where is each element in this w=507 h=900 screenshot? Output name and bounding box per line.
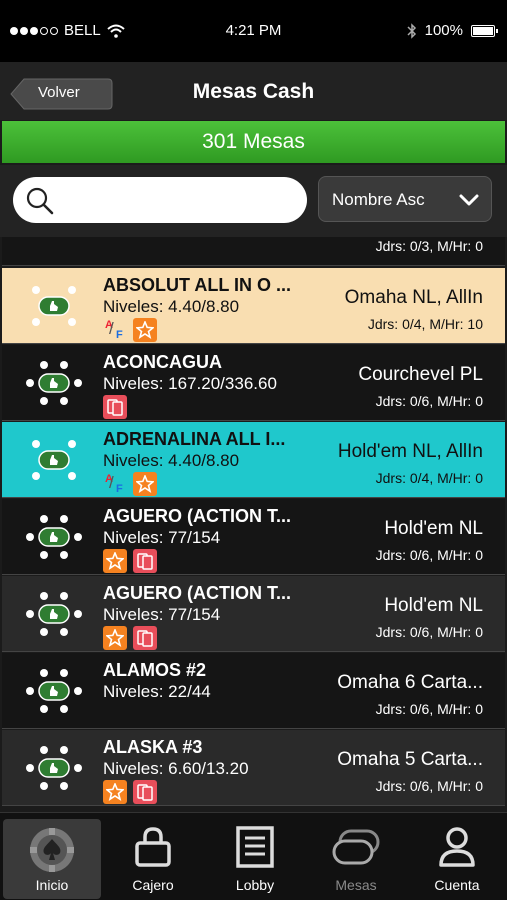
tab-cajero[interactable]: Cajero	[104, 819, 202, 899]
table-levels: Niveles: 22/44	[103, 682, 211, 701]
table-players: Jdrs: 0/6, M/Hr: 0	[375, 547, 483, 563]
cards-badge-icon	[133, 780, 157, 804]
table-badges	[103, 395, 127, 419]
table-levels: Niveles: 167.20/336.60	[103, 374, 277, 393]
table-name: AGUERO (ACTION T...	[103, 506, 291, 526]
table-players: Jdrs: 0/6, M/Hr: 0	[375, 701, 483, 717]
tab-label: Mesas	[335, 877, 377, 893]
table-badges: A / F	[103, 472, 157, 496]
table-levels: Niveles: 4.40/8.80	[103, 297, 240, 316]
tab-mesas[interactable]: Mesas	[307, 819, 405, 899]
table-levels: Niveles: 6.60/13.20	[103, 759, 249, 778]
table-row[interactable]: ALAMOS #2 Niveles: 22/44 Omaha 6 Carta... J…	[2, 653, 505, 729]
table-name: ADRENALINA ALL I...	[103, 429, 286, 449]
table-game-type: Hold'em NL	[384, 518, 483, 539]
table-row[interactable]: ACONCAGUA Niveles: 167.20/336.60 Courcheve…	[2, 345, 505, 421]
chevron-down-icon	[459, 194, 479, 206]
table-levels: Niveles: 77/154	[103, 528, 221, 547]
table-name: ALAMOS #2	[103, 660, 207, 680]
table-levels: Niveles: 77/154	[103, 605, 221, 624]
table-game-type: Omaha 5 Carta...	[337, 749, 483, 770]
cards-badge-icon	[133, 626, 157, 650]
table-players: Jdrs: 0/6, M/Hr: 0	[375, 624, 483, 640]
search-bar: Nombre Asc	[0, 165, 507, 237]
table-name: ACONCAGUA	[103, 352, 222, 372]
stacked-tables-icon	[332, 829, 380, 865]
cards-badge-icon	[133, 549, 157, 573]
sort-selected: Nombre Asc	[332, 190, 425, 209]
bluetooth-icon	[407, 22, 416, 39]
tab-bar: Inicio Cajero Lobby Mesas Cuenta	[0, 812, 507, 900]
table-row[interactable]: ABSOLUT ALL IN O ... Niveles: 4.40/8.80 Om…	[2, 268, 505, 344]
table-seats-icon	[32, 440, 76, 480]
star-badge-icon	[103, 549, 127, 573]
table-seats-icon	[26, 515, 82, 559]
table-row-partial[interactable]: Jdrs: 0/3, M/Hr: 0	[2, 237, 505, 266]
table-name: AGUERO (ACTION T...	[103, 583, 291, 603]
tab-inicio[interactable]: Inicio	[3, 819, 101, 899]
table-row[interactable]: ALASKA #3 Niveles: 6.60/13.20 Omaha 5 Cart…	[2, 730, 505, 806]
table-list[interactable]: Jdrs: 0/3, M/Hr: 0 ABSOLUT ALL IN O ... N…	[2, 237, 505, 812]
search-icon	[26, 187, 54, 215]
table-badges	[103, 549, 157, 573]
table-players: Jdrs: 0/6, M/Hr: 0	[375, 778, 483, 794]
table-row[interactable]: ADRENALINA ALL I... Niveles: 4.40/8.80 Hol…	[2, 422, 505, 498]
table-badges	[103, 780, 157, 804]
all-in-fold-icon: A / F	[105, 319, 123, 341]
table-players: Jdrs: 0/3, M/Hr: 0	[375, 238, 483, 254]
table-row[interactable]: AGUERO (ACTION T... Niveles: 77/154 Hold'e…	[2, 576, 505, 652]
table-players: Jdrs: 0/6, M/Hr: 0	[375, 393, 483, 409]
table-game-type: Hold'em NL	[384, 595, 483, 616]
tab-lobby[interactable]: Lobby	[206, 819, 304, 899]
table-seats-icon	[26, 746, 82, 790]
table-players: Jdrs: 0/4, M/Hr: 0	[375, 470, 483, 486]
table-game-type: Omaha 6 Carta...	[337, 672, 483, 693]
tab-label: Cajero	[132, 877, 174, 893]
table-players: Jdrs: 0/4, M/Hr: 10	[367, 316, 483, 332]
table-seats-icon	[26, 361, 82, 405]
star-badge-icon	[133, 318, 157, 342]
battery-percent: 100%	[424, 22, 463, 39]
cards-badge-icon	[103, 395, 127, 419]
table-game-type: Hold'em NL, AllIn	[337, 441, 483, 462]
person-icon	[439, 827, 475, 867]
lock-icon	[135, 827, 171, 867]
star-badge-icon	[103, 626, 127, 650]
tab-label: Inicio	[35, 877, 69, 893]
star-badge-icon	[133, 472, 157, 496]
table-seats-icon	[32, 286, 76, 326]
status-right: 100%	[407, 22, 498, 39]
battery-icon	[471, 24, 498, 37]
document-list-icon	[236, 826, 274, 868]
table-badges	[103, 626, 157, 650]
table-badges: A / F	[103, 318, 157, 342]
table-row[interactable]: AGUERO (ACTION T... Niveles: 77/154 Hold'e…	[2, 499, 505, 575]
table-count-banner: 301 Mesas	[2, 121, 505, 163]
search-input[interactable]	[13, 177, 307, 223]
status-bar: BELL 4:21 PM 100%	[0, 0, 507, 62]
tab-label: Lobby	[235, 877, 275, 893]
table-seats-icon	[26, 669, 82, 713]
sort-dropdown[interactable]: Nombre Asc	[318, 176, 492, 222]
tab-label: Cuenta	[434, 877, 480, 893]
table-levels: Niveles: 4.40/8.80	[103, 451, 240, 470]
star-badge-icon	[103, 780, 127, 804]
page-title: Mesas Cash	[192, 80, 315, 103]
table-game-type: Courchevel PL	[358, 364, 483, 385]
nav-bar: Volver Mesas Cash	[0, 62, 507, 120]
table-game-type: Omaha NL, AllIn	[344, 287, 483, 308]
tab-cuenta[interactable]: Cuenta	[408, 819, 506, 899]
all-in-fold-icon: A / F	[105, 473, 123, 495]
poker-chip-icon	[30, 828, 74, 872]
table-seats-icon	[26, 592, 82, 636]
table-name: ALASKA #3	[103, 737, 203, 757]
table-name: ABSOLUT ALL IN O ...	[103, 275, 291, 295]
